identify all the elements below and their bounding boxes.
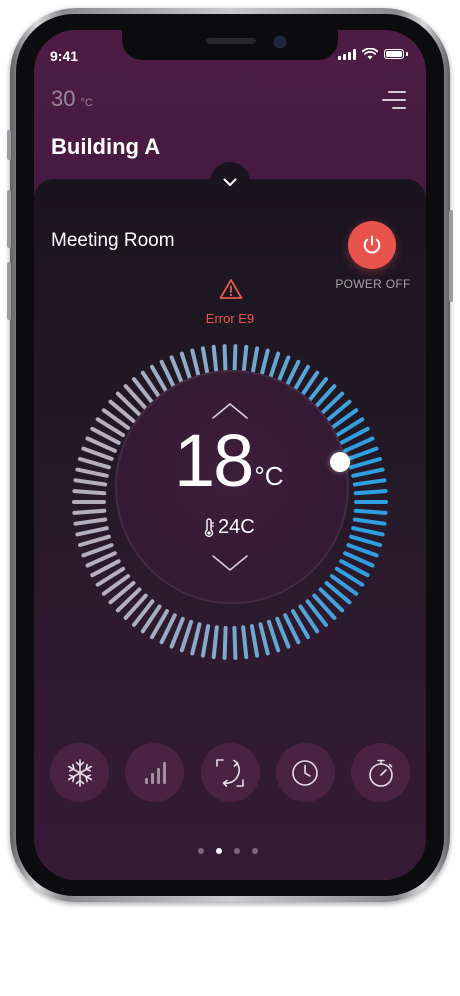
phone-volume-down [7,262,11,320]
dial-tick [81,543,114,558]
dial-tick [169,616,185,649]
dial-tick [349,534,382,547]
dial-tick [351,526,385,537]
chevron-down-icon [223,178,237,186]
dial-tick [72,489,107,496]
dial-tick [346,446,379,461]
mode-button-cool[interactable] [50,743,109,802]
clock-icon [292,759,319,786]
page-dot[interactable] [234,848,240,854]
power-status-label: POWER OFF [335,277,411,291]
dial-tick [349,457,382,470]
outside-temperature: 30 °C [51,86,93,112]
power-button[interactable] [348,221,396,269]
set-temperature-value: 18 [174,419,254,502]
dial-knob[interactable] [330,452,350,472]
status-icons [338,48,408,60]
phone-power-button [449,210,453,302]
dial-tick [249,624,260,658]
mode-button-fan-speed[interactable] [125,743,185,802]
dial-tick [211,625,219,660]
page-indicator [198,848,258,854]
dial-tick [75,467,109,478]
dial-tick [179,619,194,653]
speaker-grille [206,38,256,44]
mode-button-swing[interactable] [200,743,260,802]
building-title: Building A [51,134,161,159]
dial-tick [75,526,109,537]
page-dot[interactable] [198,848,204,854]
warning-icon [219,279,243,299]
set-temperature: 18 °C [174,424,284,498]
phone-volume-up [7,190,11,248]
battery-icon [384,49,404,59]
front-camera [274,36,286,48]
battery-tip [406,52,408,56]
room-temperature-value: 24C [218,516,255,538]
mode-button-schedule[interactable] [275,743,335,802]
dial-tick [346,543,379,558]
page-dot[interactable] [216,848,222,854]
status-time: 9:41 [50,48,79,64]
dial-tick [78,457,111,470]
fan-speed-icon [144,761,166,784]
dial-tick [275,616,291,649]
room-name: Meeting Room [51,230,175,251]
app-screen: 9:41 30 °C Building A Meeting Room POWER… [34,30,426,880]
swing-icon [216,758,244,787]
dial-tick [73,478,108,487]
dial-tick [352,478,387,487]
power-icon [363,235,381,254]
notch [122,30,338,60]
decrease-temp-chevron-down-icon[interactable] [211,554,249,572]
dial-tick [78,534,111,547]
page-dot[interactable] [252,848,258,854]
error-code: Error E9 [205,311,255,326]
outside-temp-value: 30 [51,86,76,111]
dial-tick [73,517,108,526]
outside-temp-unit: °C [80,97,93,109]
phone-silent-switch [7,130,11,160]
dial-tick [190,622,202,656]
dial-tick [352,517,387,526]
mode-buttons [50,743,410,802]
dial-tick [353,489,388,496]
collapse-toggle[interactable] [210,162,250,202]
dial-tick [241,625,249,660]
dial-tick [81,446,114,461]
menu-icon[interactable] [382,90,406,110]
mode-button-timer[interactable] [351,743,410,802]
cellular-signal-icon [338,48,356,60]
dial-tick [222,625,228,660]
dial-tick [232,625,238,660]
dial-tick [72,508,107,515]
thermometer-icon [204,517,214,537]
dial-tick [353,508,388,515]
timer-icon [368,759,393,787]
set-temperature-unit: °C [254,461,284,491]
dial-tick [351,467,385,478]
dial-tick [266,619,281,653]
wifi-icon [362,48,378,60]
dial-tick [258,622,270,656]
room-temperature: 24C [203,516,255,539]
snowflake-icon [67,758,92,787]
dial-tick [200,624,211,658]
increase-temp-chevron-up-icon[interactable] [211,402,249,420]
